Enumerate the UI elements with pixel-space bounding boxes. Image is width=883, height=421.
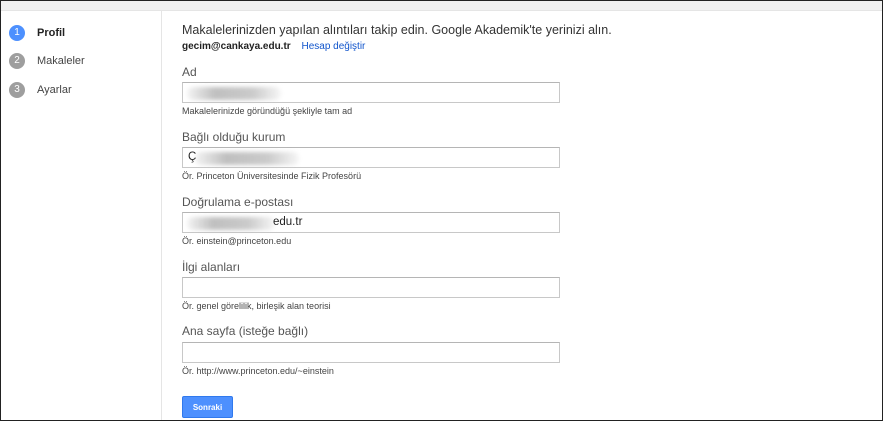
email-value: edu.tr <box>273 216 303 228</box>
homepage-label: Ana sayfa (isteğe bağlı) <box>182 324 309 338</box>
interests-label: İlgi alanları <box>182 260 241 274</box>
affiliation-hint: Ör. Princeton Üniversitesinde Fizik Prof… <box>182 171 362 181</box>
redacted-affiliation <box>195 152 299 165</box>
redacted-email <box>187 217 275 230</box>
intro-text: Makalelerinizden yapılan alıntıları taki… <box>182 23 612 37</box>
email-hint: Ör. einstein@princeton.edu <box>182 236 292 246</box>
step-ayarlar[interactable]: 3 Ayarlar <box>9 82 72 98</box>
step-makaleler[interactable]: 2 Makaleler <box>9 53 85 69</box>
name-field[interactable] <box>182 82 560 103</box>
step-label-ayarlar: Ayarlar <box>37 84 72 96</box>
redacted-name <box>187 87 281 100</box>
name-hint: Makalelerinizde göründüğü şekliyle tam a… <box>182 106 353 116</box>
top-bar <box>1 1 882 11</box>
interests-hint: Ör. genel görelilik, birleşik alan teori… <box>182 301 331 311</box>
step-number-2: 2 <box>9 53 25 69</box>
step-number-1: 1 <box>9 25 25 41</box>
affiliation-label: Bağlı olduğu kurum <box>182 130 286 144</box>
homepage-hint: Ör. http://www.princeton.edu/~einstein <box>182 366 334 376</box>
next-button[interactable]: Sonraki <box>182 396 233 418</box>
step-label-profil: Profil <box>37 27 66 39</box>
steps-sidebar: 1 Profil 2 Makaleler 3 Ayarlar <box>1 11 162 420</box>
verification-email-field[interactable]: edu.tr <box>182 212 560 233</box>
step-label-makaleler: Makaleler <box>37 55 85 67</box>
change-account-link[interactable]: Hesap değiştir <box>301 41 365 52</box>
account-email: gecim@cankaya.edu.tr <box>182 41 291 52</box>
step-profil[interactable]: 1 Profil <box>9 25 65 41</box>
affiliation-field[interactable]: Ç <box>182 147 560 168</box>
homepage-field[interactable] <box>182 342 560 363</box>
email-label: Doğrulama e-postası <box>182 195 294 209</box>
name-label: Ad <box>182 65 197 79</box>
account-line: gecim@cankaya.edu.tr Hesap değiştir <box>182 41 365 52</box>
interests-field[interactable] <box>182 277 560 298</box>
step-number-3: 3 <box>9 82 25 98</box>
